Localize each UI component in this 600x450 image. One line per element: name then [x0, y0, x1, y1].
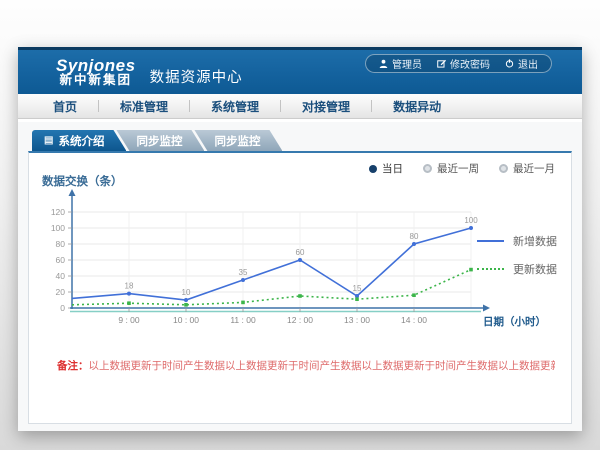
svg-text:120: 120 — [51, 207, 65, 217]
svg-text:60: 60 — [296, 248, 305, 257]
legend-label: 更新数据 — [513, 261, 557, 277]
footnote: 备注：以上数据更新于时间产生数据以上数据更新于时间产生数据以上数据更新于时间产生… — [57, 358, 555, 373]
svg-text:0: 0 — [60, 303, 65, 313]
radio-selected-icon — [369, 165, 377, 173]
nav-item-standard-mgmt[interactable]: 标准管理 — [99, 98, 189, 115]
document-icon: ▤ — [44, 135, 53, 146]
svg-text:20: 20 — [56, 287, 66, 297]
company-name: 新中新集团 — [56, 74, 136, 87]
admin-user[interactable]: 管理员 — [379, 56, 422, 71]
tab-label: 系统介绍 — [58, 133, 104, 149]
chart-legend: 新增数据 更新数据 — [477, 233, 557, 289]
svg-text:100: 100 — [464, 216, 478, 225]
power-icon — [505, 59, 514, 68]
nav-item-home[interactable]: 首页 — [32, 98, 98, 115]
tab-system-intro[interactable]: ▤ 系统介绍 — [32, 130, 126, 151]
dotted-line-icon — [477, 268, 504, 270]
logout-label: 退出 — [518, 56, 538, 71]
tab-bar: ▤ 系统介绍 同步监控 同步监控 — [32, 130, 582, 151]
tab-label: 同步监控 — [214, 133, 260, 149]
svg-text:10 : 00: 10 : 00 — [173, 315, 199, 325]
change-password-button[interactable]: 修改密码 — [437, 56, 490, 71]
radio-unselected-icon — [423, 164, 432, 173]
range-selector: 当日 最近一周 最近一月 — [369, 161, 555, 176]
main-nav: 首页 标准管理 系统管理 对接管理 数据异动 — [18, 94, 582, 119]
change-password-label: 修改密码 — [450, 56, 490, 71]
svg-text:80: 80 — [410, 232, 419, 241]
footnote-text: 以上数据更新于时间产生数据以上数据更新于时间产生数据以上数据更新于时间产生数据以… — [89, 360, 556, 372]
nav-item-system-mgmt[interactable]: 系统管理 — [190, 98, 280, 115]
nav-item-interface-mgmt[interactable]: 对接管理 — [281, 98, 371, 115]
svg-text:日期（小时）: 日期（小时） — [483, 315, 546, 328]
brand-logo: Synjones 新中新集团 — [56, 57, 136, 87]
tab-sync-monitor-2[interactable]: 同步监控 — [194, 130, 282, 151]
nav-item-data-change[interactable]: 数据异动 — [372, 98, 462, 115]
svg-text:11 : 00: 11 : 00 — [230, 315, 256, 325]
tab-sync-monitor-1[interactable]: 同步监控 — [116, 130, 204, 151]
range-option-today[interactable]: 当日 — [369, 161, 403, 176]
brand-name: Synjones — [56, 57, 136, 74]
content-area: ▤ 系统介绍 同步监控 同步监控 当日 最近一周 — [18, 122, 582, 431]
svg-text:13 : 00: 13 : 00 — [344, 315, 370, 325]
legend-item-new-data: 新增数据 — [477, 233, 557, 249]
radio-unselected-icon — [499, 164, 508, 173]
legend-label: 新增数据 — [513, 233, 557, 249]
footnote-prefix: 备注： — [57, 360, 89, 372]
app-window: Synjones 新中新集团 数据资源中心 管理员 修改密码 退出 — [18, 47, 582, 431]
legend-item-update-data: 更新数据 — [477, 261, 557, 277]
svg-text:35: 35 — [239, 268, 248, 277]
svg-text:80: 80 — [56, 239, 66, 249]
user-menu: 管理员 修改密码 退出 — [365, 54, 552, 73]
logout-button[interactable]: 退出 — [505, 56, 538, 71]
svg-text:15: 15 — [353, 284, 362, 293]
admin-user-label: 管理员 — [392, 56, 422, 71]
svg-text:60: 60 — [56, 255, 66, 265]
app-header: Synjones 新中新集团 数据资源中心 管理员 修改密码 退出 — [18, 50, 582, 94]
range-option-last-month[interactable]: 最近一月 — [499, 161, 555, 176]
svg-text:10: 10 — [182, 288, 191, 297]
range-option-last-week[interactable]: 最近一周 — [423, 161, 479, 176]
svg-text:12 : 00: 12 : 00 — [287, 315, 313, 325]
svg-text:14 : 00: 14 : 00 — [401, 315, 427, 325]
user-icon — [379, 59, 388, 68]
page-title: 数据资源中心 — [150, 58, 243, 87]
chart-panel: 当日 最近一周 最近一月 0 20 40 60 80 100 120 9 : 00 10 : 0… — [28, 151, 572, 424]
svg-text:100: 100 — [51, 223, 65, 233]
edit-icon — [437, 59, 446, 68]
svg-text:40: 40 — [56, 271, 66, 281]
svg-text:9 : 00: 9 : 00 — [118, 315, 140, 325]
svg-text:18: 18 — [125, 282, 134, 291]
solid-line-icon — [477, 240, 504, 242]
svg-text:数据交换（条）: 数据交换（条） — [42, 174, 123, 188]
tab-label: 同步监控 — [136, 133, 182, 149]
